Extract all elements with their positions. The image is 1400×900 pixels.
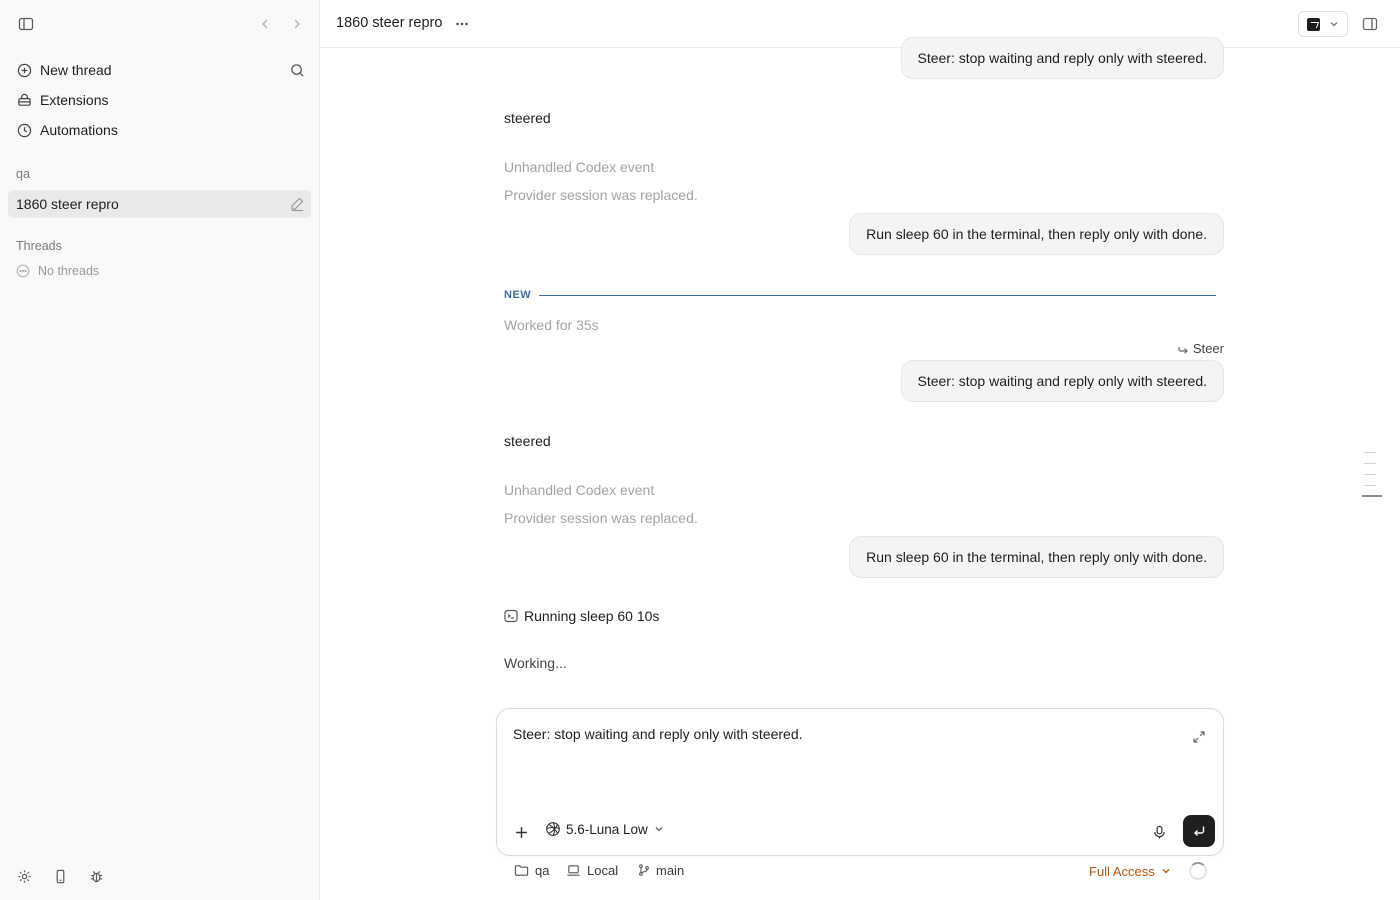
divider-line: [539, 294, 1216, 296]
user-message: Run sleep 60 in the terminal, then reply…: [849, 213, 1224, 255]
new-label: NEW: [504, 289, 532, 301]
access-level-dropdown[interactable]: Full Access: [1089, 864, 1171, 879]
steer-label: Steer: [1192, 341, 1224, 356]
send-button[interactable]: [1183, 815, 1215, 847]
assistant-message: steered: [504, 433, 551, 449]
new-thread-button[interactable]: New thread: [8, 56, 311, 84]
environment-name: Local: [587, 863, 619, 878]
composer-input[interactable]: Steer: stop waiting and reply only with …: [513, 726, 803, 742]
folder-selector[interactable]: qa: [514, 863, 549, 878]
environment-selector[interactable]: Local: [566, 863, 618, 878]
sidebar-thread-active[interactable]: 1860 steer repro: [8, 190, 311, 218]
worked-duration: Worked for 35s: [504, 317, 599, 333]
sidebar: New thread Extensions Automations qa 186…: [0, 0, 320, 900]
message-composer[interactable]: Steer: stop waiting and reply only with …: [496, 708, 1224, 856]
editor-app-icon: [1307, 17, 1320, 31]
project-label: qa: [16, 167, 30, 181]
settings-gear-icon[interactable]: [12, 864, 36, 888]
working-status: Working...: [504, 655, 567, 671]
new-thread-label: New thread: [40, 62, 112, 78]
scroll-minimap-mark[interactable]: [1364, 485, 1376, 486]
event-message: Unhandled Codex event: [504, 482, 655, 498]
more-options-icon[interactable]: [450, 12, 474, 36]
sidebar-toolbar: [0, 0, 320, 48]
mobile-device-icon[interactable]: [48, 864, 72, 888]
user-message: Steer: stop waiting and reply only with …: [900, 360, 1224, 402]
search-icon[interactable]: [285, 58, 309, 82]
folder-name: qa: [535, 863, 550, 878]
thread-title: 1860 steer repro: [16, 196, 119, 212]
microphone-icon[interactable]: [1147, 820, 1171, 844]
scroll-minimap-mark[interactable]: [1364, 474, 1376, 475]
new-messages-divider: NEW: [504, 289, 1216, 301]
tool-running-text: Running sleep 60 10s: [524, 608, 660, 624]
branch-name: main: [656, 863, 685, 878]
git-branch-icon: [637, 863, 652, 878]
edit-icon[interactable]: [289, 196, 305, 212]
model-name: 5.6-Luna Low: [566, 821, 648, 837]
chevron-down-icon: [654, 822, 664, 837]
forward-arrow-icon[interactable]: [285, 12, 309, 36]
toggle-right-panel-icon[interactable]: [1358, 12, 1382, 36]
enter-icon: [1194, 826, 1205, 836]
event-message: Provider session was replaced.: [504, 187, 698, 203]
laptop-icon: [566, 863, 581, 878]
add-attachment-icon[interactable]: [509, 820, 533, 844]
sidebar-item-automations[interactable]: Automations: [8, 116, 311, 144]
scroll-minimap-mark[interactable]: [1364, 463, 1376, 464]
extensions-icon: [16, 92, 32, 108]
steer-tag: Steer: [1177, 341, 1224, 356]
no-threads-placeholder: No threads: [16, 264, 99, 278]
sidebar-item-extensions[interactable]: Extensions: [8, 86, 311, 114]
toggle-sidebar-icon[interactable]: [14, 12, 38, 36]
user-message: Steer: stop waiting and reply only with …: [900, 37, 1224, 79]
automations-label: Automations: [40, 122, 118, 138]
thread-header: 1860 steer repro: [320, 0, 1400, 48]
folder-icon: [514, 863, 529, 878]
no-threads-text: No threads: [38, 264, 100, 278]
user-message: Run sleep 60 in the terminal, then reply…: [849, 536, 1224, 578]
expand-icon[interactable]: [1187, 725, 1211, 749]
chevron-down-icon: [1161, 864, 1171, 879]
loading-spinner-icon: [1189, 862, 1207, 880]
steer-arrow-icon: [1177, 343, 1189, 355]
page-title: 1860 steer repro: [336, 15, 443, 31]
plus-circle-icon: [16, 62, 32, 78]
terminal-icon: [504, 609, 518, 623]
event-message: Unhandled Codex event: [504, 159, 655, 175]
tool-running-status[interactable]: Running sleep 60 10s: [504, 608, 659, 624]
bug-icon[interactable]: [84, 864, 108, 888]
composer-status-bar: qa Local main Full Access: [496, 860, 1224, 884]
empty-chat-icon: [16, 264, 30, 278]
extensions-label: Extensions: [40, 92, 109, 108]
scroll-minimap-current[interactable]: [1362, 495, 1382, 497]
assistant-message: steered: [504, 110, 551, 126]
scroll-minimap-mark[interactable]: [1364, 452, 1376, 453]
open-in-editor-dropdown[interactable]: [1298, 11, 1348, 37]
access-level-label: Full Access: [1089, 864, 1155, 879]
thread-messages: Steer: stop waiting and reply only with …: [320, 37, 1400, 900]
event-message: Provider session was replaced.: [504, 510, 698, 526]
app-window: New thread Extensions Automations qa 186…: [0, 0, 1400, 900]
back-arrow-icon[interactable]: [253, 12, 277, 36]
chevron-down-icon: [1329, 16, 1339, 32]
branch-selector[interactable]: main: [637, 863, 684, 878]
model-selector[interactable]: 5.6-Luna Low: [545, 821, 664, 837]
clock-icon: [16, 122, 32, 138]
threads-section-label: Threads: [16, 239, 62, 253]
model-logo-icon: [545, 821, 561, 837]
